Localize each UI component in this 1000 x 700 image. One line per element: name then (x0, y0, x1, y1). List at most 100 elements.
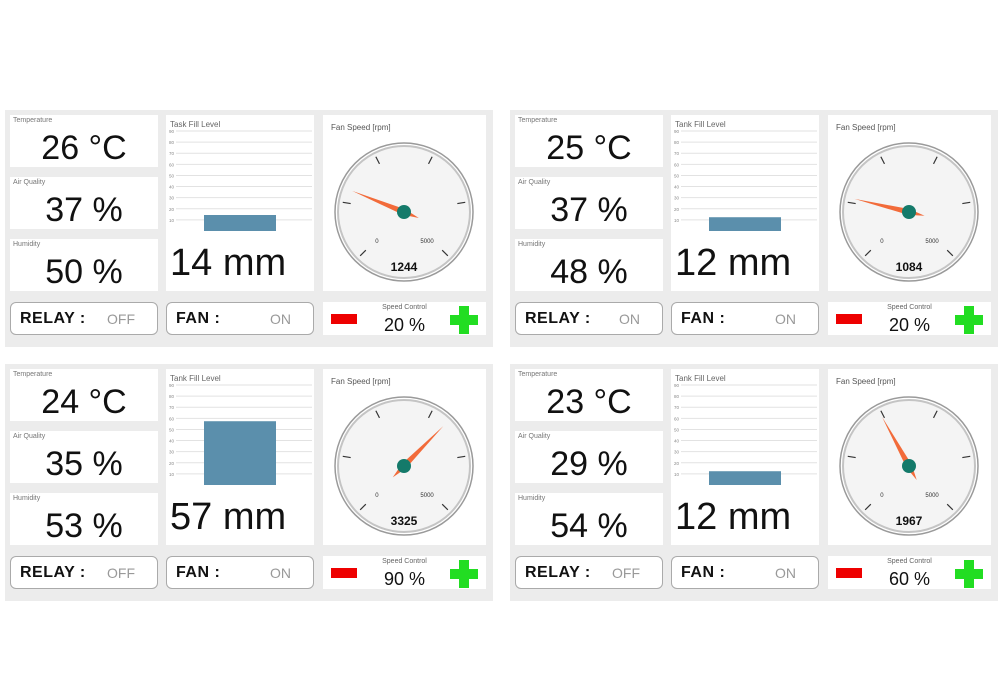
relay-toggle[interactable]: RELAY : OFF (10, 556, 158, 589)
speed-control: Speed Control 20 % (323, 302, 486, 335)
air-quality-label: Air Quality (518, 179, 551, 186)
humidity-value: 53 % (45, 507, 123, 545)
relay-toggle[interactable]: RELAY : OFF (10, 302, 158, 335)
relay-label: RELAY : (20, 564, 86, 581)
tank-tick-label: 50 (674, 427, 680, 432)
air-quality-label: Air Quality (13, 433, 46, 440)
tank-tick-label: 80 (674, 140, 680, 145)
tank-value: 14 mm (170, 242, 287, 284)
humidity-card: Humidity 50 % (10, 239, 158, 291)
tank-tick-label: 60 (674, 162, 680, 167)
tank-tick-label: 40 (674, 185, 680, 190)
air-quality-label: Air Quality (13, 179, 46, 186)
air-quality-value: 29 % (550, 445, 628, 483)
relay-toggle[interactable]: RELAY : OFF (515, 556, 663, 589)
relay-label: RELAY : (525, 564, 591, 581)
tank-tick-label: 30 (674, 196, 680, 201)
fan-speed-value: 1084 (896, 260, 923, 274)
air-quality-card: Air Quality 37 % (10, 177, 158, 229)
tank-tick-label: 80 (674, 394, 680, 399)
fan-speed-gauge: 0 50003325 (334, 396, 474, 536)
tank-tick-label: 30 (169, 196, 175, 201)
tank-card: Tank Fill Level 90 80 70 60 50 40 30 20 10 12 mm (671, 115, 819, 291)
temperature-label: Temperature (518, 117, 558, 124)
fan-speed-value: 1967 (896, 514, 923, 528)
air-quality-value: 35 % (45, 445, 123, 483)
fan-speed-gauge: 0 50001084 (839, 142, 979, 282)
fan-toggle[interactable]: FAN : ON (166, 556, 314, 589)
sensor-panel-3: Temperature 24 °C Air Quality 35 % Humid… (5, 364, 493, 601)
humidity-label: Humidity (518, 495, 546, 502)
temperature-card: Temperature 23 °C (515, 369, 663, 421)
fan-state: ON (775, 311, 796, 327)
tank-tick-label: 80 (169, 140, 175, 145)
fan-toggle[interactable]: FAN : ON (671, 556, 819, 589)
air-quality-card: Air Quality 37 % (515, 177, 663, 229)
tank-level-bar (204, 421, 276, 485)
humidity-label: Humidity (13, 241, 41, 248)
air-quality-value: 37 % (45, 191, 123, 229)
humidity-label: Humidity (13, 495, 41, 502)
gauge-max-label: 5000 (420, 239, 434, 245)
tank-tick-label: 20 (674, 207, 680, 212)
fan-state: ON (270, 311, 291, 327)
fan-state: ON (270, 565, 291, 581)
plus-icon[interactable] (450, 560, 478, 588)
relay-state: OFF (107, 311, 135, 327)
tank-tick-label: 50 (169, 427, 175, 432)
temperature-value: 24 °C (41, 383, 127, 421)
temperature-card: Temperature 26 °C (10, 115, 158, 167)
humidity-label: Humidity (518, 241, 546, 248)
air-quality-card: Air Quality 29 % (515, 431, 663, 483)
plus-icon[interactable] (450, 306, 478, 334)
tank-tick-label: 50 (674, 173, 680, 178)
tank-tick-label: 20 (169, 207, 175, 212)
tank-tick-label: 70 (169, 405, 175, 410)
fan-speed-gauge: 0 50001967 (839, 396, 979, 536)
sensor-panel-1: Temperature 26 °C Air Quality 37 % Humid… (5, 110, 493, 347)
fan-speed-card: 0 5000 1084 Fan Speed [rpm] (828, 115, 991, 291)
tank-chart: 90 80 70 60 50 40 30 20 10 (674, 383, 817, 485)
fan-speed-value: 3325 (391, 514, 418, 528)
tank-tick-label: 10 (674, 218, 680, 223)
tank-tick-label: 30 (674, 450, 680, 455)
tank-tick-label: 50 (169, 173, 175, 178)
gauge-hub (397, 459, 411, 473)
relay-toggle[interactable]: RELAY : ON (515, 302, 663, 335)
gauge-max-label: 5000 (925, 239, 939, 245)
tank-level-bar (709, 217, 781, 231)
fan-speed-label: Fan Speed [rpm] (331, 123, 391, 132)
relay-state: ON (619, 311, 640, 327)
temperature-card: Temperature 24 °C (10, 369, 158, 421)
tank-tick-label: 40 (169, 185, 175, 190)
tank-tick-label: 40 (169, 439, 175, 444)
air-quality-label: Air Quality (518, 433, 551, 440)
fan-toggle[interactable]: FAN : ON (166, 302, 314, 335)
plus-icon[interactable] (955, 306, 983, 334)
fan-toggle[interactable]: FAN : ON (671, 302, 819, 335)
fan-speed-card: 0 5000 1244 Fan Speed [rpm] (323, 115, 486, 291)
tank-value: 12 mm (675, 242, 792, 284)
tank-level-bar (709, 471, 781, 485)
tank-tick-label: 30 (169, 450, 175, 455)
relay-label: RELAY : (20, 310, 86, 327)
fan-speed-gauge: 0 50001244 (334, 142, 474, 282)
tank-tick-label: 70 (169, 151, 175, 156)
tank-level-bar (204, 215, 276, 231)
plus-icon[interactable] (955, 560, 983, 588)
gauge-hub (902, 459, 916, 473)
fan-speed-card: 0 5000 1967 Fan Speed [rpm] (828, 369, 991, 545)
fan-label: FAN : (176, 310, 221, 327)
sensor-panel-2: Temperature 25 °C Air Quality 37 % Humid… (510, 110, 998, 347)
tank-card: Tank Fill Level 90 80 70 60 50 40 30 20 10 12 mm (671, 369, 819, 545)
air-quality-card: Air Quality 35 % (10, 431, 158, 483)
tank-tick-label: 20 (169, 461, 175, 466)
tank-tick-label: 60 (169, 162, 175, 167)
sensor-panel-4: Temperature 23 °C Air Quality 29 % Humid… (510, 364, 998, 601)
tank-tick-label: 10 (169, 218, 175, 223)
gauge-hub (397, 205, 411, 219)
fan-speed-label: Fan Speed [rpm] (331, 377, 391, 386)
temperature-value: 26 °C (41, 129, 127, 167)
tank-card: Task Fill Level 90 80 70 60 50 40 30 20 10 14 mm (166, 115, 314, 291)
tank-tick-label: 90 (674, 383, 680, 388)
